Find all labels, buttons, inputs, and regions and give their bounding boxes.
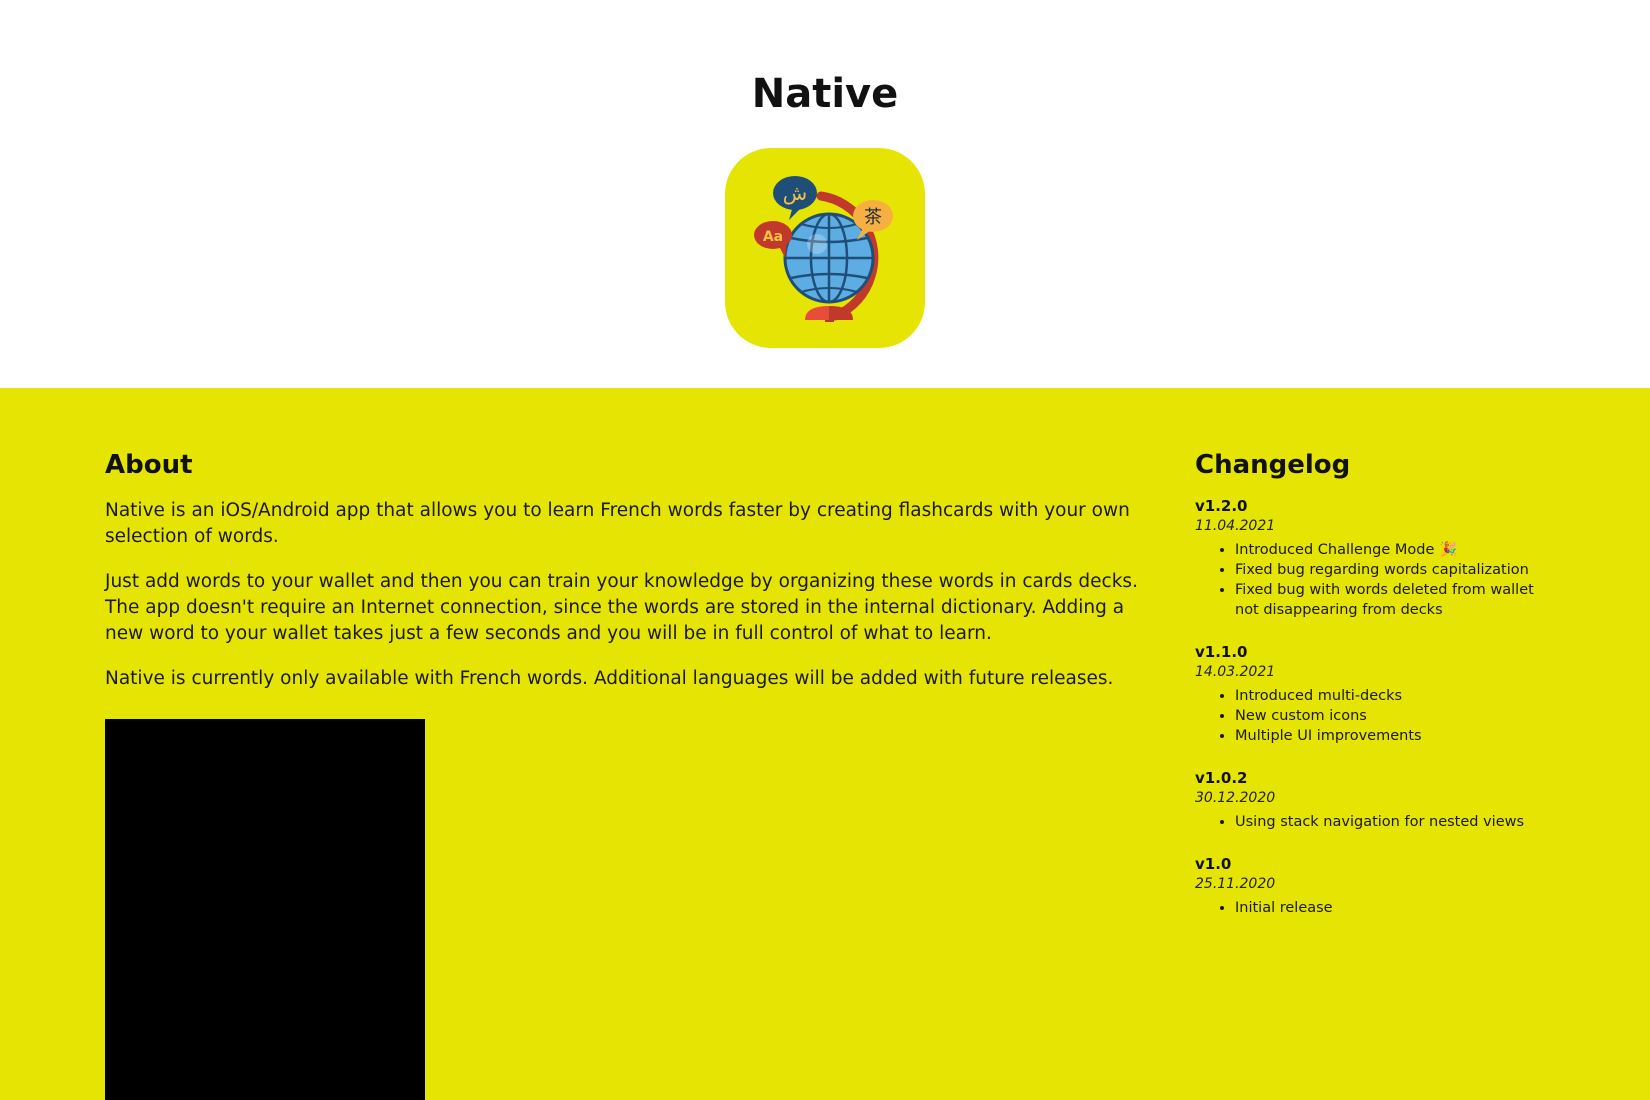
about-paragraph: Native is an iOS/Android app that allows…	[105, 500, 1130, 547]
release-version: v1.0.2	[1195, 769, 1248, 787]
changelog-section: Changelog v1.2.0 11.04.2021 Introduced C…	[1195, 448, 1535, 940]
release-entry: v1.0.2 30.12.2020 Using stack navigation…	[1195, 768, 1535, 832]
svg-text:ش: ش	[783, 181, 807, 205]
about-paragraph: Just add words to your wallet and then y…	[105, 571, 1138, 644]
svg-text:Aa: Aa	[763, 229, 783, 245]
release-version: v1.0	[1195, 855, 1232, 873]
page-title: Native	[751, 71, 899, 117]
list-item: Introduced Challenge Mode 🎉	[1235, 540, 1535, 560]
release-version: v1.2.0	[1195, 497, 1248, 515]
about-section: About Native is an iOS/Android app that …	[105, 448, 1165, 711]
content-section: About Native is an iOS/Android app that …	[0, 388, 1650, 1100]
release-entry: v1.0 25.11.2020 Initial release	[1195, 854, 1535, 918]
release-notes: Using stack navigation for nested views	[1195, 812, 1535, 832]
list-item: Fixed bug regarding words capitalization	[1235, 560, 1535, 580]
list-item: Multiple UI improvements	[1235, 726, 1535, 746]
release-entry: v1.1.0 14.03.2021 Introduced multi-decks…	[1195, 642, 1535, 746]
release-notes: Initial release	[1195, 898, 1535, 918]
release-entry: v1.2.0 11.04.2021 Introduced Challenge M…	[1195, 496, 1535, 620]
release-version: v1.1.0	[1195, 643, 1248, 661]
about-paragraph: Native is currently only available with …	[105, 668, 1114, 689]
list-item: Initial release	[1235, 898, 1535, 918]
about-heading: About	[105, 450, 193, 480]
release-date: 14.03.2021	[1195, 664, 1276, 680]
list-item: Using stack navigation for nested views	[1235, 812, 1535, 832]
app-icon: ش Aa 茶	[725, 148, 925, 348]
changelog-heading: Changelog	[1195, 450, 1351, 480]
app-preview-video[interactable]	[105, 719, 425, 1100]
list-item: Introduced multi-decks	[1235, 686, 1535, 706]
list-item: Fixed bug with words deleted from wallet…	[1235, 580, 1535, 620]
header: Native ش Aa 茶	[0, 0, 1650, 388]
release-date: 11.04.2021	[1195, 518, 1276, 534]
list-item: New custom icons	[1235, 706, 1535, 726]
globe-languages-icon: ش Aa 茶	[725, 148, 925, 348]
release-notes: Introduced multi-decks New custom icons …	[1195, 686, 1535, 746]
release-date: 25.11.2020	[1195, 876, 1276, 892]
release-date: 30.12.2020	[1195, 790, 1276, 806]
svg-text:茶: 茶	[864, 207, 882, 228]
release-notes: Introduced Challenge Mode 🎉 Fixed bug re…	[1195, 540, 1535, 620]
